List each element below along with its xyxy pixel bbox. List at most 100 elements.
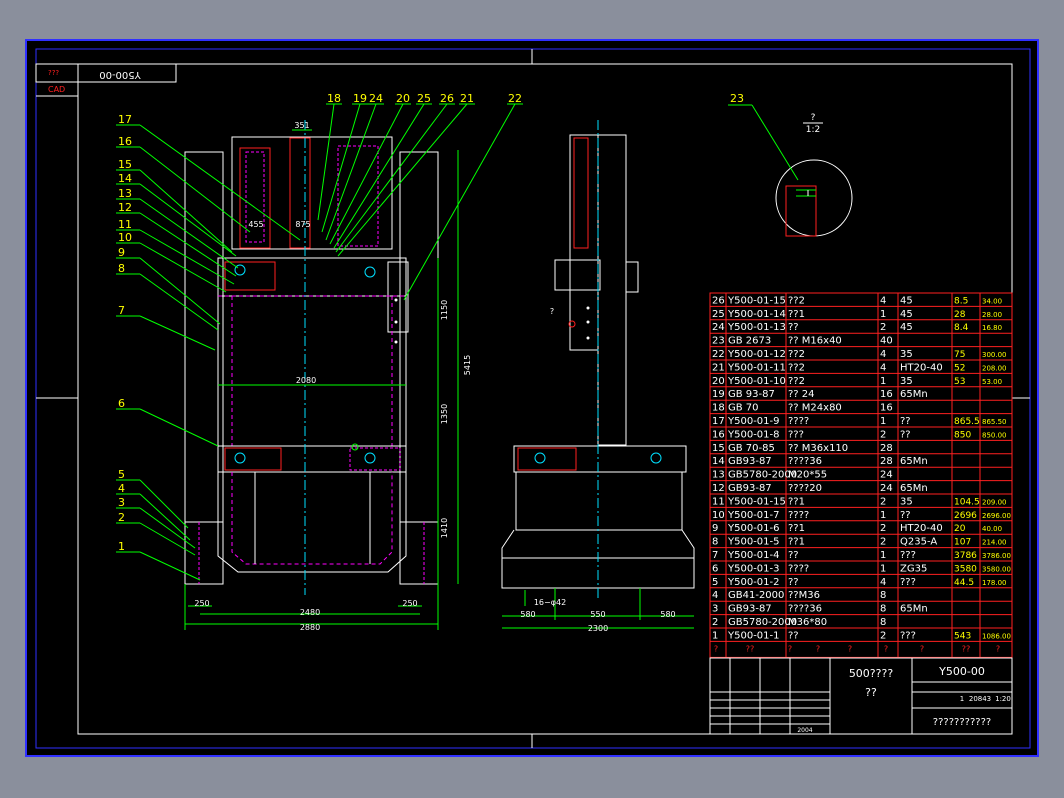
bom-cell: 4 <box>880 577 886 588</box>
bom-cell: GB93-87 <box>728 456 772 467</box>
dim-455: 455 <box>248 220 263 229</box>
bom-cell: 850.00 <box>982 431 1007 439</box>
bom-cell: M36*80 <box>788 617 827 628</box>
bom-cell: GB 93-87 <box>728 389 775 400</box>
dim-580b: 580 <box>660 610 675 619</box>
bom-cell: ?? M24x80 <box>788 403 842 414</box>
bom-cell: Y500-01-6 <box>727 523 780 534</box>
bom-cell: ?? M16x40 <box>788 336 842 347</box>
bom-cell: 8.4 <box>954 323 969 333</box>
bom-cell: 17 <box>712 416 725 427</box>
balloon-number: 18 <box>327 92 341 105</box>
bom-cell: 16.80 <box>982 324 1002 332</box>
title-company: ??????????? <box>933 717 991 728</box>
bom-cell: 3 <box>712 604 718 615</box>
bom-cell: ??? <box>900 630 916 641</box>
bom-cell: GB 70-85 <box>728 443 775 454</box>
title-subtitle: ?? <box>865 686 877 699</box>
bom-cell: 22 <box>712 349 725 360</box>
bom-cell: 19 <box>712 389 725 400</box>
bom-cell: 1 <box>880 309 886 320</box>
dim-5415: 5415 <box>463 355 472 375</box>
bom-cell: 28 <box>954 310 966 320</box>
bom-cell: 2 <box>880 630 886 641</box>
bom-cell: ????36 <box>788 604 822 615</box>
dim-1410: 1410 <box>440 518 449 538</box>
balloon-number: 4 <box>118 482 125 495</box>
bom-cell: 28 <box>880 443 893 454</box>
title-sheet: 1 <box>960 695 964 703</box>
dim-1350: 1350 <box>440 404 449 424</box>
bom-cell: 23 <box>712 336 725 347</box>
bom-cell: GB5780-2000 <box>728 470 797 481</box>
bom-cell: 24 <box>880 470 893 481</box>
corner-drawing-no: Y500-00 <box>99 69 142 80</box>
bom-cell: 543 <box>954 631 971 641</box>
bom-cell: 53 <box>954 377 965 387</box>
title-scale: 1:20 <box>995 695 1011 703</box>
bom-cell: GB41-2000 <box>728 590 784 601</box>
balloon-number: 8 <box>118 262 125 275</box>
bom-cell: ??? <box>900 577 916 588</box>
bom-cell: 53.00 <box>982 378 1002 386</box>
bom-cell: 8 <box>880 604 886 615</box>
bom-cell: 1 <box>880 550 886 561</box>
balloon-number: 9 <box>118 246 125 259</box>
bom-cell: 44.5 <box>954 578 974 588</box>
bom-cell: 8 <box>880 617 886 628</box>
balloon-number: 15 <box>118 158 132 171</box>
bom-header-cell: ? <box>816 644 820 653</box>
balloon-number: 10 <box>118 231 132 244</box>
bom-cell: 14 <box>712 456 725 467</box>
bom-cell: Y500-01-2 <box>727 577 780 588</box>
balloon-number: 25 <box>417 92 431 105</box>
bom-cell: 4 <box>712 590 718 601</box>
bom-cell: 8 <box>880 590 886 601</box>
bom-cell: 209.00 <box>982 498 1007 506</box>
bom-cell: 1 <box>880 510 886 521</box>
bom-cell: M20*55 <box>788 470 827 481</box>
bom-cell: 24 <box>712 322 725 333</box>
dim-2300: 2300 <box>588 624 608 633</box>
balloon-number: 22 <box>508 92 522 105</box>
bom-cell: ??M36 <box>788 590 820 601</box>
balloon-number: 14 <box>118 172 132 185</box>
bom-cell: 20 <box>712 376 725 387</box>
balloon-number: 16 <box>118 135 132 148</box>
bom-cell: 35 <box>900 349 913 360</box>
bom-header-cell: ? <box>884 644 888 653</box>
bom-cell: 65Mn <box>900 604 928 615</box>
bom-cell: 9 <box>712 523 718 534</box>
bom-cell: 1 <box>712 630 718 641</box>
bom-cell: 865.5 <box>954 417 980 427</box>
dim-875: 875 <box>295 220 310 229</box>
title-weight: 20843 <box>969 695 991 703</box>
bom-cell: ??2 <box>788 295 805 306</box>
cad-viewport: ??? CAD Y500-00 351 455 875 2080 1150 13… <box>0 0 1064 798</box>
bom-cell: 3786 <box>954 551 977 561</box>
bom-cell: 65Mn <box>900 389 928 400</box>
bom-cell: ?? M36x110 <box>788 443 848 454</box>
bom-cell: Q235-A <box>900 537 937 548</box>
bom-cell: 24 <box>880 483 893 494</box>
dim-250-right: 250 <box>402 599 417 608</box>
bom-cell: 13 <box>712 470 725 481</box>
bom-header-cell: ? <box>996 644 1000 653</box>
balloon-number: 12 <box>118 201 132 214</box>
dim-550: 550 <box>590 610 605 619</box>
bom-cell: 16 <box>712 429 725 440</box>
dim-351: 351 <box>294 121 309 130</box>
bom-cell: ZG35 <box>900 563 927 574</box>
corner-top-text: ??? <box>48 69 59 77</box>
bom-cell: 40.00 <box>982 525 1002 533</box>
bom-cell: 2696.00 <box>982 512 1011 520</box>
balloon-number: 5 <box>118 468 125 481</box>
balloon-number: 24 <box>369 92 383 105</box>
bom-cell: Y500-01-9 <box>727 416 780 427</box>
bom-cell: 1 <box>880 416 886 427</box>
bom-cell: HT20-40 <box>900 523 943 534</box>
bom-cell: 65Mn <box>900 483 928 494</box>
bom-cell: ?? <box>788 322 799 333</box>
cad-drawing: ??? CAD Y500-00 351 455 875 2080 1150 13… <box>25 39 1039 757</box>
dim-2880: 2880 <box>300 623 320 632</box>
